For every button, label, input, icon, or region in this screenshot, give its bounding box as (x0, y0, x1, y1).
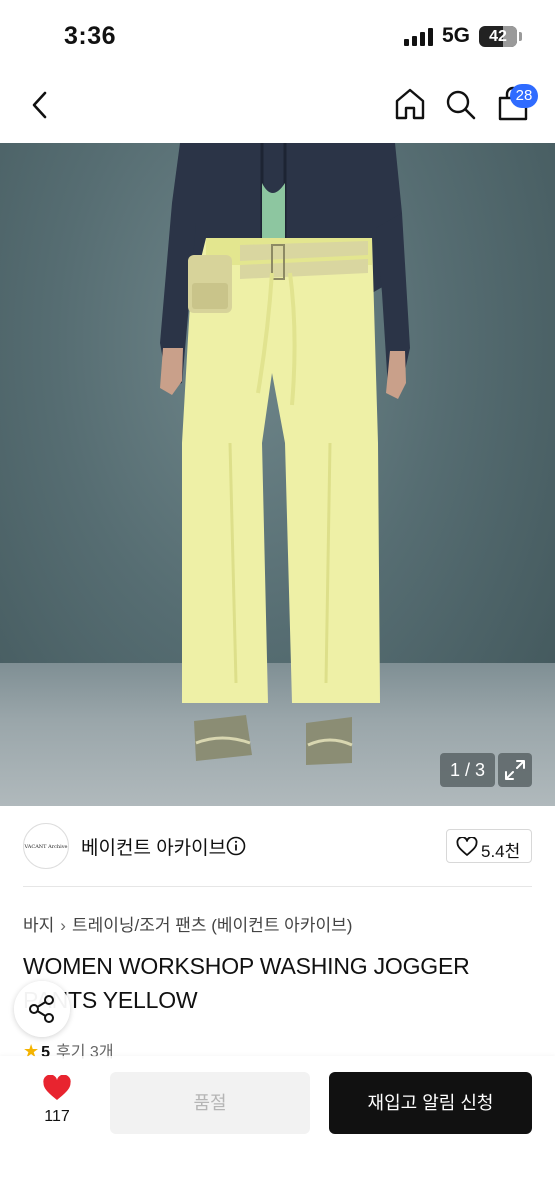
brand-name[interactable]: 베이컨트 아카이브 (81, 833, 226, 860)
battery-icon: 42 (479, 26, 517, 47)
status-time: 3:36 (64, 22, 117, 50)
restock-alert-button[interactable]: 재입고 알림 신청 (329, 1072, 532, 1134)
breadcrumb: 바지 › 트레이닝/조거 팬츠 (베이컨트 아카이브) (23, 911, 352, 936)
breadcrumb-subcategory[interactable]: 트레이닝/조거 팬츠 (베이컨트 아카이브) (72, 916, 352, 935)
model-illustration (160, 143, 410, 765)
share-icon (29, 995, 54, 1023)
brand-like-count: 5.4천 (481, 842, 521, 861)
breadcrumb-category[interactable]: 바지 (23, 916, 54, 935)
wish-count: 117 (44, 1108, 70, 1125)
product-image[interactable] (0, 143, 555, 806)
info-icon[interactable] (226, 836, 246, 856)
brand-logo[interactable]: VACANT Archive (23, 823, 69, 869)
chevron-right-icon: › (60, 916, 66, 935)
back-arrow-icon[interactable] (28, 90, 54, 120)
divider (23, 886, 532, 887)
share-button[interactable] (14, 981, 70, 1037)
signal-icon (404, 28, 434, 46)
expand-image-button[interactable] (498, 753, 532, 787)
brand-like-button[interactable]: 5.4천 (446, 829, 532, 863)
search-icon[interactable] (444, 88, 478, 122)
top-nav (0, 72, 555, 142)
heart-outline-icon (456, 837, 478, 856)
status-bar: 3:36 5G 42 (0, 0, 555, 72)
expand-icon (505, 760, 525, 780)
image-counter: 1 / 3 (440, 753, 495, 787)
soldout-button: 품절 (110, 1072, 310, 1134)
product-title: WOMEN WORKSHOP WASHING JOGGER PANTS YELL… (23, 953, 470, 1013)
cart-count-badge: 28 (510, 84, 538, 108)
home-icon[interactable] (393, 87, 427, 121)
battery-cap (519, 32, 522, 41)
network-label: 5G (442, 24, 471, 47)
battery-level: 42 (489, 28, 507, 45)
heart-filled-icon[interactable] (42, 1075, 72, 1102)
